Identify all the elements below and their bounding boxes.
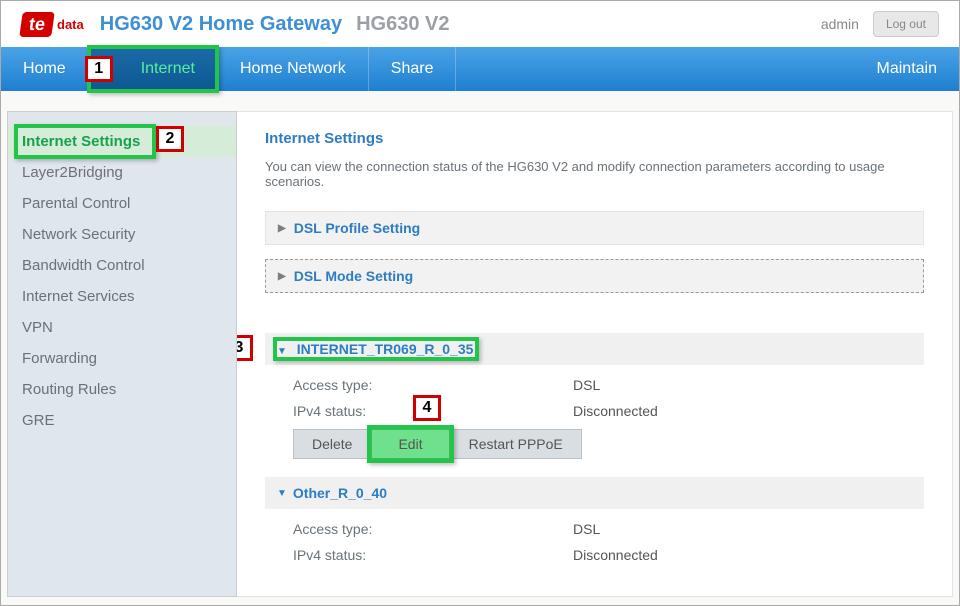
sidebar-item-parental-control[interactable]: Parental Control [8,188,236,219]
logout-button[interactable]: Log out [873,11,939,37]
row-access-type: Access type: DSL [293,521,896,537]
main-nav: Home 1 Internet Home Network Share Maint… [1,47,959,91]
logo-badge: te [19,12,55,37]
sidebar-item-routing-rules[interactable]: Routing Rules [8,374,236,405]
callout-3: 3 [237,335,253,361]
body: Internet Settings 2 Layer2Bridging Paren… [1,91,959,597]
header: te data HG630 V2 Home Gateway HG630 V2 a… [1,1,959,47]
value-ipv4-status: Disconnected [573,547,658,563]
label-ipv4-status: IPv4 status: [293,547,573,563]
nav-spacer [456,47,854,91]
edit-button[interactable]: Edit [371,429,449,459]
page-title: Internet Settings [265,130,924,147]
sidebar-item-bandwidth-control[interactable]: Bandwidth Control [8,250,236,281]
nav-home[interactable]: Home [1,47,89,91]
callout-1: 1 [85,56,113,82]
panel-label: DSL Profile Setting [294,220,421,236]
value-access-type: DSL [573,521,600,537]
chevron-down-icon: ▼ [277,346,287,357]
value-ipv4-status: Disconnected [573,403,658,419]
sidebar-item-forwarding[interactable]: Forwarding [8,343,236,374]
nav-maintain[interactable]: Maintain [855,47,959,91]
connection-name: Other_R_0_40 [293,485,387,501]
connection-body: Access type: DSL IPv4 status: Disconnect… [265,365,924,463]
sidebar-item-network-security[interactable]: Network Security [8,219,236,250]
label-access-type: Access type: [293,377,573,393]
row-ipv4-status: IPv4 status: Disconnected [293,547,896,563]
chevron-right-icon: ▶ [278,223,286,234]
panel-dsl-mode[interactable]: ▶ DSL Mode Setting [265,259,924,293]
logo-sub: data [57,17,84,32]
row-access-type: Access type: DSL [293,377,896,393]
connection-name: INTERNET_TR069_R_0_35 [297,341,474,357]
panel-label: DSL Mode Setting [294,268,414,284]
restart-pppoe-button[interactable]: Restart PPPoE [450,429,582,459]
value-access-type: DSL [573,377,600,393]
chevron-right-icon: ▶ [278,271,286,282]
sidebar: Internet Settings 2 Layer2Bridging Paren… [7,111,237,597]
chevron-down-icon: ▼ [277,488,287,499]
main-content: Internet Settings You can view the conne… [237,111,953,597]
callout-4: 4 [413,395,441,421]
connection-block-1: 3 ▼ INTERNET_TR069_R_0_35 Access type: D… [265,333,924,463]
page-desc: You can view the connection status of th… [265,159,924,189]
sidebar-item-internet-services[interactable]: Internet Services [8,281,236,312]
sidebar-item-layer2bridging[interactable]: Layer2Bridging [8,157,236,188]
nav-internet[interactable]: 1 Internet [89,47,218,91]
panel-dsl-profile[interactable]: ▶ DSL Profile Setting [265,211,924,245]
username-label: admin [821,16,859,32]
sidebar-item-vpn[interactable]: VPN [8,312,236,343]
sidebar-item-gre[interactable]: GRE [8,405,236,436]
connection-header[interactable]: ▼ Other_R_0_40 [265,477,924,509]
callout-2: 2 [156,126,184,152]
model-title: HG630 V2 [356,13,449,36]
product-title: HG630 V2 Home Gateway [100,13,342,36]
nav-share[interactable]: Share [369,47,457,91]
connection-header[interactable]: 3 ▼ INTERNET_TR069_R_0_35 [265,333,924,365]
connection-block-2: ▼ Other_R_0_40 Access type: DSL IPv4 sta… [265,477,924,577]
nav-home-network[interactable]: Home Network [218,47,369,91]
logo: te data [21,12,84,37]
delete-button[interactable]: Delete [293,429,371,459]
label-access-type: Access type: [293,521,573,537]
nav-internet-label: Internet [141,60,195,78]
button-row: Delete Edit Restart PPPoE [293,429,896,459]
row-ipv4-status: IPv4 status: Disconnected 4 [293,403,896,419]
sidebar-item-internet-settings[interactable]: Internet Settings [8,126,236,157]
connection-body: Access type: DSL IPv4 status: Disconnect… [265,509,924,577]
